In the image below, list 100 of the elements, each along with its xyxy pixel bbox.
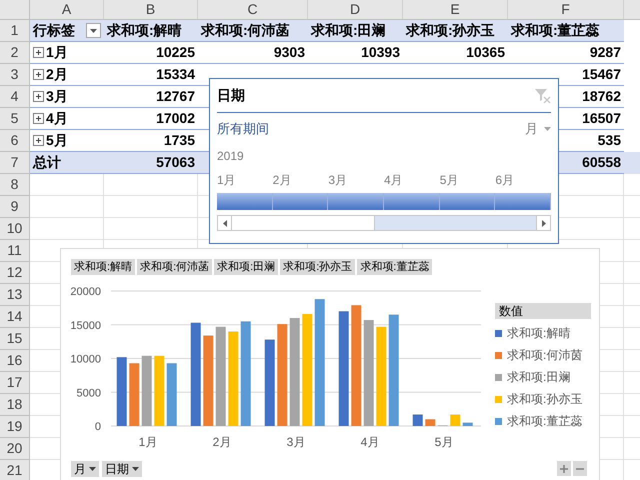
row-header[interactable]: 11 [0,240,29,262]
expand-icon[interactable] [33,91,44,102]
column-header[interactable]: F [508,0,624,19]
row-header[interactable]: 6 [0,130,29,152]
row-header[interactable]: 2 [0,42,29,64]
row-header[interactable]: 18 [0,394,29,416]
row-header[interactable]: 3 [0,64,29,86]
row-header[interactable]: 16 [0,350,29,372]
expand-icon[interactable] [33,47,44,58]
row-header[interactable]: 17 [0,372,29,394]
timeline-bar[interactable] [440,193,496,210]
bar [142,356,152,426]
value-cell: 17002 [104,108,198,130]
row-header[interactable]: 12 [0,262,29,284]
expand-icon[interactable] [33,135,44,146]
clear-filter-icon[interactable] [535,88,551,102]
row-header[interactable]: 14 [0,306,29,328]
timeline-bar[interactable] [328,193,384,210]
row-header[interactable]: 20 [0,438,29,460]
axis-label: 20000 [70,286,101,298]
month-label: 1月 [217,172,237,189]
scroll-left-button[interactable] [218,216,232,230]
row-label: 3月 [46,87,68,106]
axis-field-button[interactable]: 日期 [102,461,142,477]
legend-label: 求和项:解晴 [507,325,570,342]
row-header[interactable]: 4 [0,86,29,108]
row-header[interactable]: 8 [0,174,29,196]
minus-button[interactable] [573,461,587,476]
value-cell: 12767 [104,86,198,108]
axis-field-button[interactable]: 月 [71,461,99,477]
bar [450,414,460,426]
caret-icon [90,28,97,32]
bar [129,363,140,426]
column-header[interactable]: E [403,0,508,19]
scroll-thumb[interactable] [232,216,375,230]
legend-title: 数值 [495,303,591,319]
column-heading: 求和项:孙亦玉 [403,20,508,42]
axis-label: 2月 [212,435,232,449]
left-arrow-icon [222,220,226,226]
timeline-bar[interactable] [272,193,328,210]
value-cell: 10225 [104,42,198,64]
axis-label: 3月 [286,435,306,449]
plus-icon [560,464,568,472]
field-button[interactable]: 求和项:田斓 [214,259,278,275]
axis-label: 5000 [76,387,101,400]
caret-icon [544,127,551,131]
timeline-bar[interactable] [384,193,440,210]
scroll-right-button[interactable] [536,216,550,230]
row-label: 4月 [46,109,68,128]
plus-button[interactable] [557,461,571,476]
field-button[interactable]: 求和项:董芷蕊 [357,259,432,275]
row-header[interactable]: 15 [0,328,29,350]
slicer-title: 日期 [217,86,245,105]
axis-label: 0 [94,421,101,433]
column-header[interactable]: A [30,0,104,19]
row-header[interactable]: 5 [0,108,29,130]
axis-label: 4月 [360,435,380,449]
bar [462,422,473,426]
row-header[interactable]: 19 [0,416,29,438]
field-button[interactable]: 求和项:孙亦玉 [280,259,356,275]
row-header[interactable]: 21 [0,460,29,480]
row-labels-text: 行标签 [33,21,75,40]
period-label: 所有期间 [217,120,269,138]
row-label: 总计 [33,153,61,172]
row-label: 1月 [46,43,68,62]
timeline-bar[interactable] [217,193,273,210]
expand-icon[interactable] [33,69,44,80]
filter-dropdown[interactable] [86,23,101,38]
caret-icon [89,467,96,471]
caret-icon [132,467,139,471]
row-header[interactable]: 1 [0,20,29,42]
bar [154,356,164,426]
legend-label: 求和项:董芷蕊 [507,413,582,430]
value-cell: 10365 [403,42,508,64]
timeline-scrollbar[interactable] [217,215,551,231]
value-cell: 57063 [104,152,198,174]
column-heading: 求和项:何沛菡 [198,20,308,42]
value-cell: 10393 [308,42,403,64]
axis-label: 15000 [70,320,101,332]
bar [166,363,177,426]
month-label: 3月 [328,172,348,189]
month-label: 4月 [384,172,404,189]
column-header[interactable]: D [308,0,403,19]
field-button[interactable]: 求和项:解晴 [71,259,136,275]
month-label: 2月 [272,172,292,189]
column-heading: 求和项:田斓 [308,20,403,42]
row-header[interactable]: 7 [0,152,29,174]
row-header[interactable]: 10 [0,218,29,240]
field-button[interactable]: 求和项:何沛菡 [137,259,212,275]
row-header[interactable]: 13 [0,284,29,306]
month-label: 6月 [495,172,516,189]
value-cell: 9303 [198,42,308,64]
column-header[interactable]: C [198,0,308,19]
column-header[interactable]: B [104,0,198,19]
bar [412,414,423,426]
year-label: 2019 [217,148,245,165]
expand-icon[interactable] [33,113,44,124]
row-header[interactable]: 9 [0,196,29,218]
column-heading: 求和项:解晴 [104,20,198,42]
timeline-bar[interactable] [495,193,552,210]
